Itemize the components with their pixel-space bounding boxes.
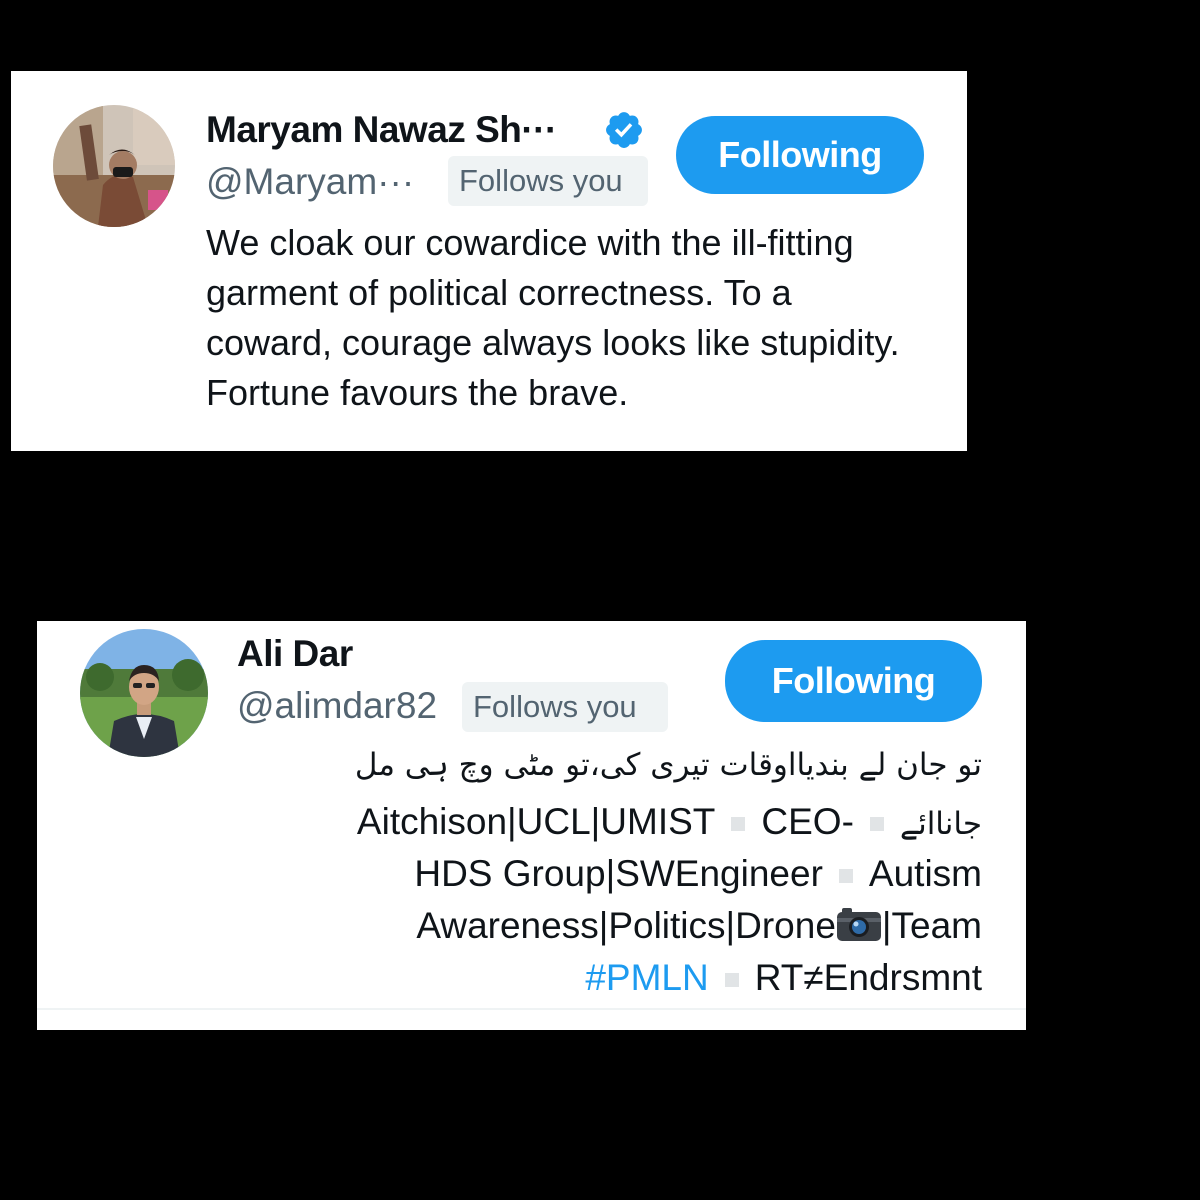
- bio: We cloak our cowardice with the ill-fitt…: [206, 222, 900, 413]
- separator-square: [724, 973, 739, 988]
- bio-text-urdu: جاناائے: [899, 806, 982, 842]
- handle[interactable]: @Maryam···: [206, 161, 414, 203]
- bio-text: HDS Group|SWEngineer: [414, 853, 823, 894]
- follows-you-badge: Follows you: [462, 682, 668, 732]
- bio-text: RT≠Endrsmnt: [754, 957, 982, 998]
- avatar[interactable]: [80, 629, 208, 757]
- separator-square: [838, 869, 853, 884]
- bio-text: Awareness|Politics|Drone: [416, 905, 836, 946]
- handle[interactable]: @alimdar82: [237, 685, 437, 727]
- bio-text: Aitchison|UCL|UMIST: [356, 801, 716, 842]
- following-button[interactable]: Following: [725, 640, 982, 722]
- separator-square: [731, 817, 746, 832]
- bio-line: Awareness|Politics|Drone |Team: [416, 905, 982, 947]
- avatar[interactable]: [53, 105, 175, 227]
- display-name[interactable]: Ali Dar: [237, 633, 353, 675]
- avatar-photo: [80, 629, 208, 757]
- bio-text: |Team: [881, 905, 982, 946]
- bio-line-urdu: تو جان لے بندیااوقات تیری کی،تو مٹی وچ ہ…: [354, 747, 982, 783]
- bio-line: HDS Group|SWEngineer Autism: [414, 853, 982, 895]
- camera-icon: [836, 906, 882, 942]
- divider: [37, 1008, 1026, 1010]
- user-card-maryam[interactable]: Maryam Nawaz Sh··· @Maryam··· Follows yo…: [11, 71, 967, 451]
- hashtag-link[interactable]: #PMLN: [585, 957, 708, 998]
- bio-line: Aitchison|UCL|UMIST CEO- جاناائے: [357, 801, 982, 843]
- bio-text: Autism: [868, 853, 982, 894]
- bio-line: #PMLN RT≠Endrsmnt: [585, 957, 982, 999]
- verified-badge-icon: [603, 109, 645, 151]
- bio-text: CEO-: [761, 801, 854, 842]
- separator-square: [869, 817, 884, 832]
- follows-you-badge: Follows you: [448, 156, 648, 206]
- following-button[interactable]: Following: [676, 116, 924, 194]
- user-card-ali-dar[interactable]: Ali Dar @alimdar82 Follows you Following…: [37, 621, 1026, 1030]
- avatar-photo: [53, 105, 175, 227]
- display-name[interactable]: Maryam Nawaz Sh···: [206, 109, 557, 151]
